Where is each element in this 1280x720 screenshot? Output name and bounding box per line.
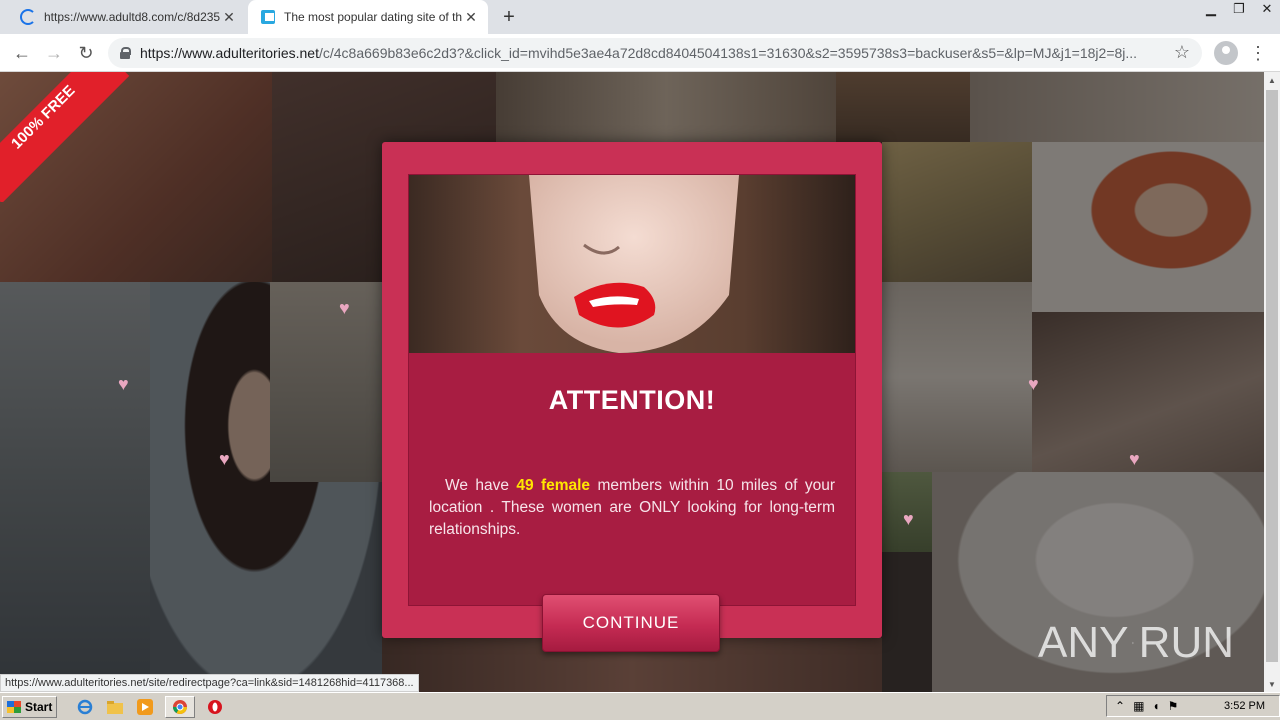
female-count-highlight: 49 female	[516, 477, 591, 494]
file-explorer-icon[interactable]	[105, 697, 125, 717]
address-bar[interactable]: https://www.adulteritories.net/c/4c8a669…	[108, 38, 1202, 68]
start-button[interactable]: Start	[2, 695, 58, 718]
woman-lips-image	[409, 175, 855, 353]
modal-inner-panel: ATTENTION! We have 49 female members wit…	[408, 174, 856, 606]
site-favicon-icon	[261, 10, 275, 24]
ribbon-label: 100% FREE	[0, 72, 130, 202]
back-icon[interactable]: ←	[10, 41, 34, 65]
menu-kebab-icon[interactable]: ⋮	[1248, 41, 1268, 65]
tray-expand-icon[interactable]: ⌃	[1115, 699, 1125, 713]
close-tab-icon[interactable]: ✕	[220, 8, 238, 26]
free-ribbon: 100% FREE	[0, 72, 130, 202]
heart-icon: ♥	[118, 374, 129, 394]
window-controls: ▁ ❐ ✕	[1196, 0, 1280, 20]
modal-photo	[409, 175, 855, 353]
heart-icon: ♥	[1028, 374, 1039, 394]
media-player-icon[interactable]	[135, 697, 155, 717]
restore-icon[interactable]: ❐	[1226, 0, 1252, 18]
action-center-flag-icon[interactable]: ⚑	[1168, 699, 1179, 713]
page-scrollbar[interactable]: ▲ ▼	[1264, 72, 1280, 692]
play-logo-icon	[1132, 641, 1135, 645]
loading-spinner-icon	[20, 9, 36, 25]
attention-modal: ATTENTION! We have 49 female members wit…	[382, 142, 882, 652]
heart-icon: ♥	[903, 509, 914, 529]
windows-taskbar: Start ⌃ ▦ ◖ ⚑ 3:52 PM	[0, 692, 1280, 720]
browser-tab-strip: https://www.adultd8.com/c/8d2358 ✕ The m…	[0, 0, 1280, 34]
tab-dating-site[interactable]: The most popular dating site of this r ✕	[248, 0, 488, 34]
heart-icon: ♥	[219, 449, 230, 469]
reload-icon[interactable]: ↻	[74, 41, 98, 65]
clock[interactable]: 3:52 PM	[1224, 700, 1265, 712]
browser-toolbar: ← → ↻ https://www.adulteritories.net/c/4…	[0, 34, 1280, 72]
anyrun-watermark: ANY RUN	[1038, 612, 1234, 674]
scroll-down-icon[interactable]: ▼	[1264, 676, 1280, 692]
close-window-icon[interactable]: ✕	[1254, 0, 1280, 18]
status-link-preview: https://www.adulteritories.net/site/redi…	[0, 674, 419, 692]
windows-logo-icon	[7, 700, 21, 713]
scroll-thumb[interactable]	[1266, 90, 1278, 662]
continue-button[interactable]: CONTINUE	[542, 594, 720, 652]
chrome-taskbar-icon[interactable]	[165, 695, 196, 718]
network-icon[interactable]: ▦	[1133, 699, 1144, 713]
volume-icon[interactable]: ◖	[1152, 699, 1159, 713]
lock-icon	[120, 47, 131, 59]
heart-icon: ♥	[339, 298, 350, 318]
close-tab-icon[interactable]: ✕	[462, 8, 480, 26]
tab-title: https://www.adultd8.com/c/8d2358	[44, 10, 220, 24]
modal-headline: ATTENTION!	[548, 385, 716, 415]
minimize-icon[interactable]: ▁	[1198, 0, 1224, 18]
modal-message: We have 49 female members within 10 mile…	[429, 477, 835, 538]
internet-explorer-icon[interactable]	[75, 697, 95, 717]
tab-adultd8[interactable]: https://www.adultd8.com/c/8d2358 ✕	[8, 0, 246, 34]
system-tray: ⌃ ▦ ◖ ⚑ 3:52 PM	[1106, 695, 1280, 717]
new-tab-button[interactable]: +	[498, 6, 520, 28]
url-text: https://www.adulteritories.net/c/4c8a669…	[140, 45, 1138, 61]
page-viewport: ♥ ♥ ♥ ♥ ♥ ♥ 100% FREE ATTENTION! We have…	[0, 72, 1264, 692]
tab-title: The most popular dating site of this r	[284, 10, 462, 24]
bookmark-star-icon[interactable]: ☆	[1174, 42, 1190, 63]
scroll-up-icon[interactable]: ▲	[1264, 72, 1280, 88]
profile-avatar-icon[interactable]	[1214, 41, 1238, 65]
heart-icon: ♥	[1129, 449, 1140, 469]
forward-icon[interactable]: →	[42, 41, 66, 65]
opera-icon[interactable]	[205, 697, 225, 717]
